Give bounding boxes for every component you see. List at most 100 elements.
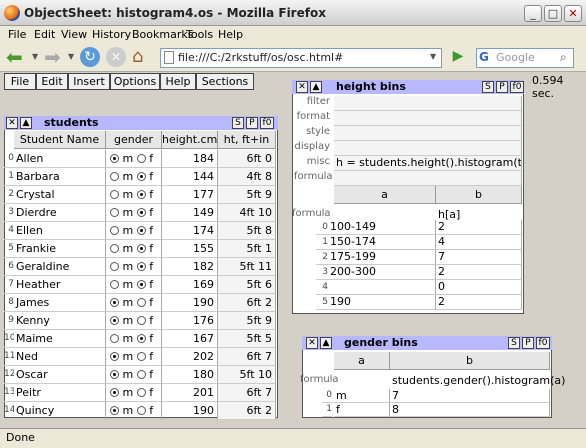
gender-f-radio[interactable] [136, 280, 146, 289]
gender-m-radio[interactable] [110, 388, 119, 397]
student-name-cell[interactable]: Ellen [14, 222, 106, 240]
gender-bins-p-button[interactable]: P [522, 337, 534, 349]
height-cm-cell[interactable]: 182 [162, 258, 218, 276]
gender-m-radio[interactable] [110, 262, 119, 271]
gender-bins-col-a[interactable]: a [334, 352, 390, 370]
gender-f-radio[interactable] [136, 244, 146, 253]
gender-m-radio[interactable] [110, 370, 119, 379]
os-options-button[interactable]: Options [110, 73, 160, 90]
gender-m-radio[interactable] [110, 226, 119, 235]
gender-m-radio[interactable] [110, 406, 119, 415]
gender-f-radio[interactable] [136, 262, 146, 271]
gender-bins-s-button[interactable]: S [508, 337, 520, 349]
gender-m-radio[interactable] [110, 154, 119, 163]
col-header-height-cm[interactable]: height.cm [162, 131, 218, 149]
gender-f-radio[interactable] [136, 190, 146, 199]
students-p-button[interactable]: P [246, 117, 258, 129]
google-icon[interactable]: G [479, 50, 489, 64]
height-bin-a-cell[interactable] [328, 280, 436, 295]
col-header-gender[interactable]: gender [106, 131, 162, 149]
os-edit-button[interactable]: Edit [36, 73, 68, 90]
gender-m-radio[interactable] [110, 280, 119, 289]
student-name-cell[interactable]: Dierdre [14, 204, 106, 222]
minimize-button[interactable]: _ [524, 5, 542, 22]
student-name-cell[interactable]: Kenny [14, 312, 106, 330]
height-cm-cell[interactable]: 180 [162, 366, 218, 384]
height-cm-cell[interactable]: 176 [162, 312, 218, 330]
gender-bins-col-b[interactable]: b [390, 352, 550, 370]
forward-dropdown-icon[interactable]: ▼ [68, 52, 74, 61]
gender-f-radio[interactable] [136, 226, 146, 235]
gender-m-radio[interactable] [110, 208, 119, 217]
gender-f-radio[interactable] [136, 298, 146, 307]
gender-f-radio[interactable] [136, 208, 146, 217]
height-cm-cell[interactable]: 167 [162, 330, 218, 348]
gender-bin-a-cell[interactable]: m [334, 389, 390, 403]
menu-edit[interactable]: Edit [34, 28, 55, 41]
prop-value-formula[interactable] [334, 171, 522, 186]
gender-f-radio[interactable] [136, 316, 146, 325]
student-name-cell[interactable]: Oscar [14, 366, 106, 384]
height-bins-col-b[interactable]: b [436, 186, 522, 204]
student-name-cell[interactable]: Frankie [14, 240, 106, 258]
student-name-cell[interactable]: Allen [14, 150, 106, 168]
height-bin-a-cell[interactable]: 150-174 [328, 235, 436, 250]
height-cm-cell[interactable]: 174 [162, 222, 218, 240]
student-name-cell[interactable]: Quincy [14, 402, 106, 420]
home-icon[interactable]: ⌂ [132, 46, 143, 67]
students-title[interactable]: students [44, 116, 99, 129]
height-cm-cell[interactable]: 201 [162, 384, 218, 402]
student-name-cell[interactable]: Maime [14, 330, 106, 348]
height-cm-cell[interactable]: 169 [162, 276, 218, 294]
gender-bins-collapse-button[interactable]: ▲ [320, 337, 332, 349]
student-name-cell[interactable]: Geraldine [14, 258, 106, 276]
url-dropdown-icon[interactable]: ▼ [430, 52, 436, 61]
menu-bookmarks[interactable]: Bookmarks [132, 28, 193, 41]
go-icon[interactable]: ▶ [448, 48, 468, 68]
gender-m-radio[interactable] [110, 316, 119, 325]
height-bins-f0-button[interactable]: f0 [510, 81, 524, 93]
height-bin-a-cell[interactable]: 190 [328, 295, 436, 310]
gender-bin-a-cell[interactable]: f [334, 403, 390, 417]
back-arrow-icon[interactable]: ⬅ [6, 46, 23, 68]
gender-f-radio[interactable] [136, 154, 146, 163]
height-cm-cell[interactable]: 149 [162, 204, 218, 222]
gender-f-radio[interactable] [136, 334, 146, 343]
menu-history[interactable]: History [92, 28, 131, 41]
prop-value-format[interactable] [334, 111, 522, 126]
student-name-cell[interactable]: Ned [14, 348, 106, 366]
gender-m-radio[interactable] [110, 172, 119, 181]
gender-m-radio[interactable] [110, 190, 119, 199]
height-bins-close-button[interactable]: ✕ [296, 81, 308, 93]
reload-icon[interactable]: ↻ [80, 47, 100, 67]
url-text[interactable]: file:///C:/2rkstuff/os/osc.html# [178, 51, 343, 64]
students-collapse-button[interactable]: ▲ [20, 117, 32, 129]
height-bins-collapse-button[interactable]: ▲ [310, 81, 322, 93]
menu-help[interactable]: Help [218, 28, 243, 41]
os-file-button[interactable]: File [4, 73, 36, 90]
menu-view[interactable]: View [61, 28, 87, 41]
menu-file[interactable]: File [8, 28, 26, 41]
height-cm-cell[interactable]: 155 [162, 240, 218, 258]
height-bin-a-cell[interactable]: 100-149 [328, 220, 436, 235]
gender-f-radio[interactable] [136, 352, 146, 361]
prop-value-misc[interactable]: h = students.height().histogram(this.a()… [334, 156, 522, 171]
gender-f-radio[interactable] [136, 172, 146, 181]
gender-m-radio[interactable] [110, 352, 119, 361]
height-bins-p-button[interactable]: P [496, 81, 508, 93]
student-name-cell[interactable]: Heather [14, 276, 106, 294]
height-cm-cell[interactable]: 177 [162, 186, 218, 204]
student-name-cell[interactable]: James [14, 294, 106, 312]
gender-bins-title[interactable]: gender bins [344, 336, 418, 349]
search-input[interactable]: Google [496, 51, 535, 64]
gender-bins-f0-button[interactable]: f0 [536, 337, 550, 349]
gender-m-radio[interactable] [110, 298, 119, 307]
col-header-ht-ftin[interactable]: ht, ft+in [218, 131, 276, 149]
height-bins-title[interactable]: height bins [336, 80, 406, 93]
close-button[interactable]: ✕ [564, 5, 582, 22]
student-name-cell[interactable]: Barbara [14, 168, 106, 186]
students-f0-button[interactable]: f0 [260, 117, 274, 129]
student-name-cell[interactable]: Peitr [14, 384, 106, 402]
prop-value-filter[interactable] [334, 96, 522, 111]
height-cm-cell[interactable]: 144 [162, 168, 218, 186]
